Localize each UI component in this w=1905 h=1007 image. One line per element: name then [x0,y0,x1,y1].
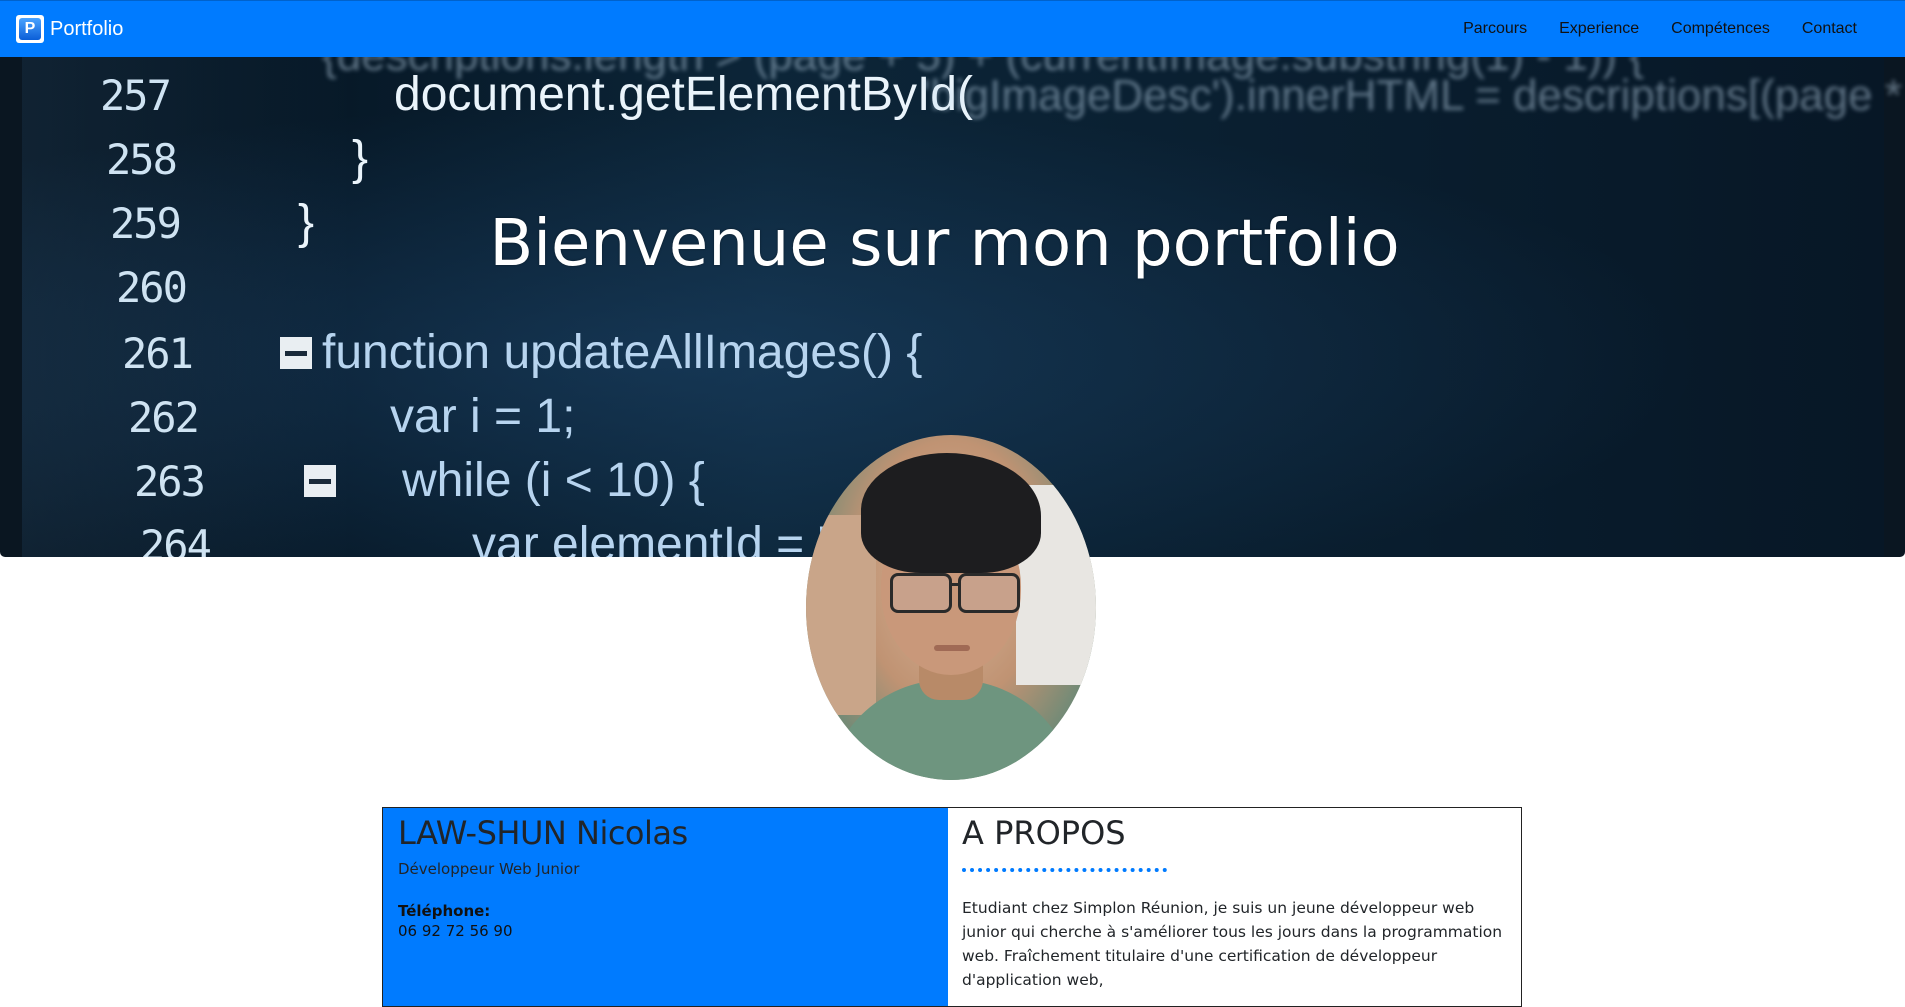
fold-minus-icon [280,337,312,369]
nav-link-competences[interactable]: Compétences [1655,12,1786,46]
about-text: Etudiant chez Simplon Réunion, je suis u… [962,899,1503,989]
line-number: 258 [106,135,178,184]
photo-hair [861,453,1041,573]
nav-links: Parcours Experience Compétences Contact [1447,12,1873,46]
code-line: document.getElementById( [394,68,973,121]
brand-link[interactable]: P Portfolio [16,15,123,43]
top-navbar: P Portfolio Parcours Experience Compéten… [0,0,1905,57]
photo-glasses-right [958,573,1020,613]
about-divider [962,868,1167,872]
photo-mouth [934,645,970,651]
phone-value: 06 92 72 56 90 [398,922,513,940]
code-line-blur: 'bigImageDesc').innerHTML = descriptions… [922,71,1905,120]
portfolio-logo-icon: P [16,15,44,43]
profile-card: LAW-SHUN Nicolas Développeur Web Junior … [382,807,1522,1007]
line-number: 263 [134,457,206,506]
code-line: } [352,132,369,185]
line-number: 264 [140,521,212,557]
hero-title-text: Bienvenue sur mon portfolio [489,207,1400,281]
profile-job-title: Développeur Web Junior [398,860,580,878]
line-number: 262 [128,393,200,442]
brand-text: Portfolio [50,17,124,40]
about-title: A PROPOS [962,814,1126,852]
code-line: while (i < 10) { [402,454,705,507]
nav-link-experience[interactable]: Experience [1543,12,1655,46]
profile-contact-panel: LAW-SHUN Nicolas Développeur Web Junior … [383,808,948,1006]
about-panel: A PROPOS Etudiant chez Simplon Réunion, … [948,808,1521,1006]
photo-glasses-left [890,573,952,613]
line-number: 257 [100,71,172,120]
profile-name: LAW-SHUN Nicolas [398,814,688,852]
profile-photo [806,435,1096,780]
fold-minus-icon [304,465,336,497]
phone-label: Téléphone: [398,902,491,920]
code-line: function updateAllImages() { [322,326,923,379]
hero-title: Bienvenue sur mon portfolio [0,207,1905,281]
line-number: 261 [122,329,194,378]
nav-link-contact[interactable]: Contact [1786,12,1873,46]
nav-link-parcours[interactable]: Parcours [1447,12,1543,46]
code-line: var i = 1; [390,390,576,443]
photo-glasses-bridge [949,583,959,586]
portfolio-logo-letter: P [19,18,41,40]
